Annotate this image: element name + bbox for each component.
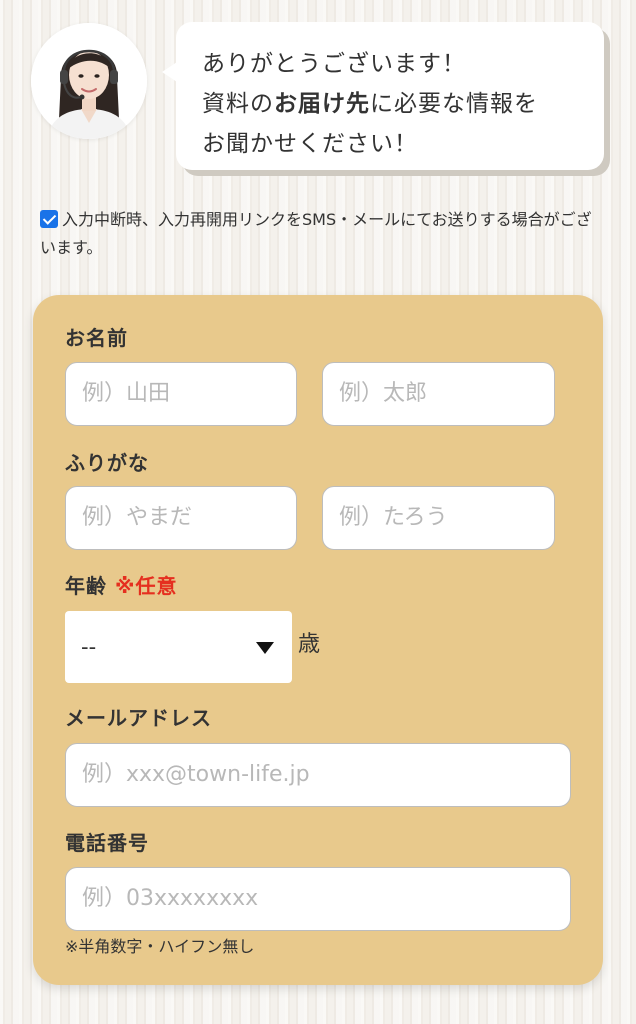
phone-hint: ※半角数字・ハイフン無し xyxy=(65,937,255,956)
age-select-value: -- xyxy=(81,635,97,659)
first-name-kana-input[interactable]: 例）たろう xyxy=(322,486,555,550)
phone-input[interactable]: 例）03xxxxxxxx xyxy=(65,867,571,931)
operator-avatar xyxy=(31,23,147,139)
chevron-down-icon xyxy=(256,642,274,654)
age-label: 年齢 ※任意 xyxy=(65,573,177,599)
operator-headset-avatar-icon xyxy=(31,23,147,139)
name-label: お名前 xyxy=(65,326,128,350)
greeting-line-2-post: に必要な情報を xyxy=(370,91,538,117)
age-select[interactable]: -- xyxy=(65,611,292,683)
greeting-speech-bubble: ありがとうございます！ 資料のお届け先に必要な情報を お聞かせください！ xyxy=(162,22,604,170)
resume-link-notice-text: 入力中断時、入力再開用リンクをSMS・メールにてお送りする場合がございます。 xyxy=(40,210,592,257)
email-label: メールアドレス xyxy=(65,706,212,730)
phone-label: 電話番号 xyxy=(65,831,149,855)
greeting-line-2-pre: 資料の xyxy=(202,91,274,117)
greeting-line-1: ありがとうございます！ xyxy=(202,51,466,77)
greeting-line-3: お聞かせください！ xyxy=(202,131,418,157)
optional-badge: ※任意 xyxy=(115,574,178,598)
furigana-label: ふりがな xyxy=(65,451,149,475)
age-unit: 歳 xyxy=(298,632,321,657)
first-name-input[interactable]: 例）太郎 xyxy=(322,362,555,426)
last-name-input[interactable]: 例）山田 xyxy=(65,362,297,426)
greeting-line-2-bold: お届け先 xyxy=(274,91,370,117)
resume-link-notice: 入力中断時、入力再開用リンクをSMS・メールにてお送りする場合がございます。 xyxy=(40,206,600,262)
email-input[interactable]: 例）xxx@town-life.jp xyxy=(65,743,571,807)
last-name-kana-input[interactable]: 例）やまだ xyxy=(65,486,297,550)
address-form-panel: お名前 例）山田 例）太郎 ふりがな 例）やまだ 例）たろう 年齢 ※任意 -- … xyxy=(33,295,603,985)
greeting-line-2: 資料のお届け先に必要な情報を xyxy=(202,84,604,124)
resume-link-checkbox[interactable] xyxy=(40,210,58,228)
age-label-text: 年齢 xyxy=(65,574,107,598)
